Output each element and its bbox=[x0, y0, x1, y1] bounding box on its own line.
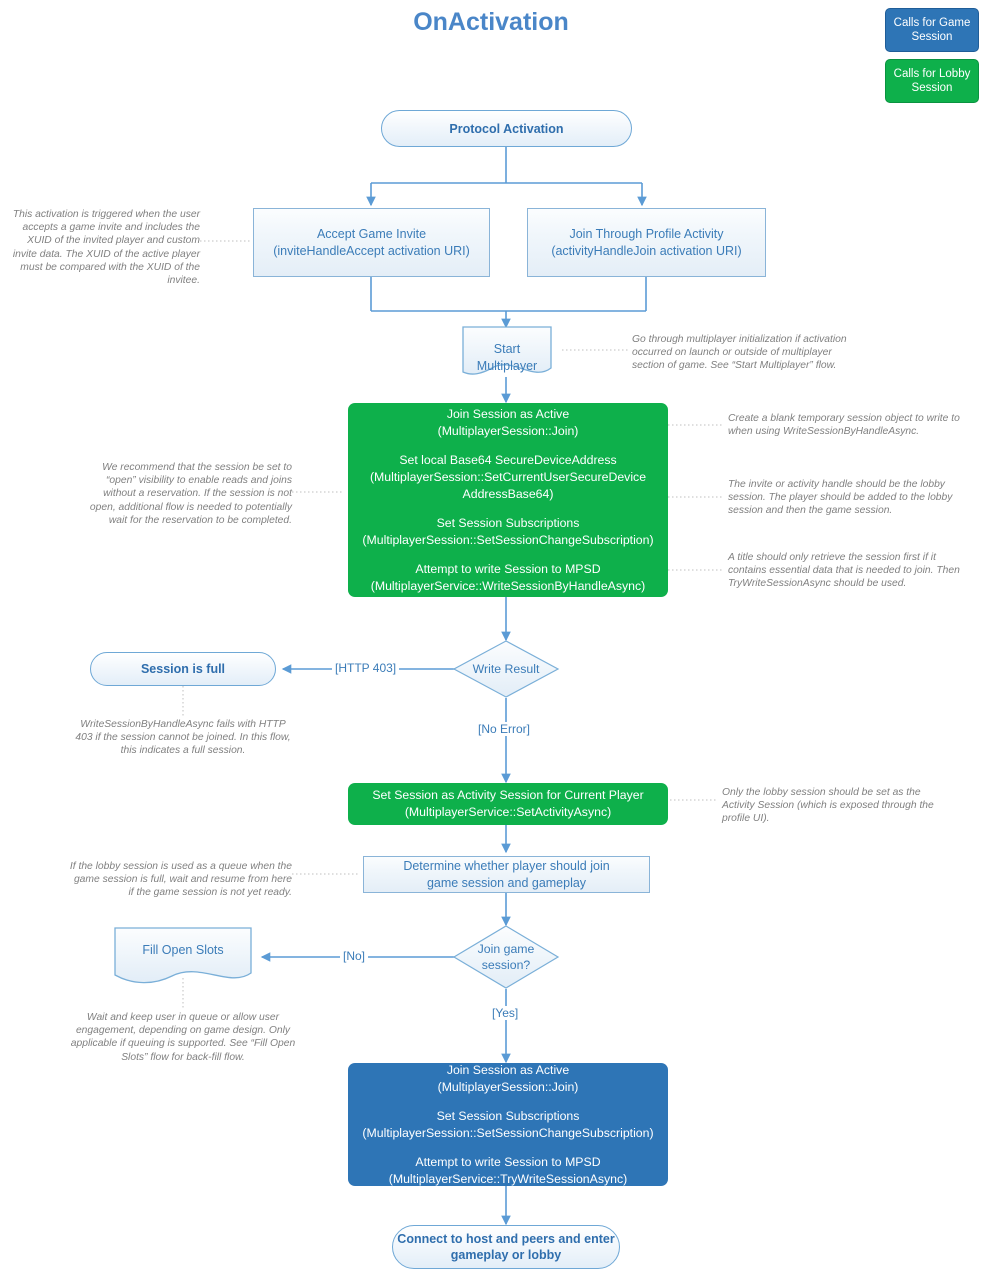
join-lobby-subs-api: (MultiplayerSession::SetSessionChangeSub… bbox=[362, 532, 654, 547]
edge-label-yes: [Yes] bbox=[489, 1006, 522, 1020]
join-game-q-line2: session? bbox=[481, 958, 531, 972]
node-join-session-game-group-write: Attempt to write Session to MPSD (Multip… bbox=[358, 1154, 658, 1188]
edge-label-no: [No] bbox=[340, 949, 369, 963]
node-join-session-lobby[interactable]: Join Session as Active (MultiplayerSessi… bbox=[348, 403, 668, 597]
legend-lobby-session: Calls for Lobby Session bbox=[885, 59, 979, 103]
join-lobby-write-title: Attempt to write Session to MPSD bbox=[415, 561, 601, 576]
node-set-activity-session[interactable]: Set Session as Activity Session for Curr… bbox=[348, 783, 668, 825]
note-open-visibility: We recommend that the session be set to … bbox=[89, 462, 292, 526]
join-lobby-subs-title: Set Session Subscriptions bbox=[436, 515, 580, 530]
node-fill-open-slots[interactable]: Fill Open Slots bbox=[115, 928, 251, 986]
node-connect-to-host[interactable]: Connect to host and peers and enter game… bbox=[392, 1225, 620, 1269]
node-accept-game-invite-line1: Accept Game Invite bbox=[316, 226, 427, 241]
node-join-through-profile-line2: (activityHandleJoin activation URI) bbox=[551, 243, 742, 258]
node-join-session-lobby-group-sda: Set local Base64 SecureDeviceAddress (Mu… bbox=[358, 452, 658, 503]
node-start-multiplayer-label: Start Multiplayer bbox=[476, 342, 538, 373]
node-join-through-profile-activity[interactable]: Join Through Profile Activity (activityH… bbox=[527, 208, 766, 277]
join-game-write-api: (MultiplayerService::TryWriteSessionAsyn… bbox=[388, 1171, 628, 1186]
node-accept-game-invite[interactable]: Accept Game Invite (inviteHandleAccept a… bbox=[253, 208, 490, 277]
join-game-join-title: Join Session as Active bbox=[446, 1062, 570, 1077]
edge-label-no-error: [No Error] bbox=[475, 722, 534, 736]
node-join-game-session-question-label: Join game session? bbox=[454, 941, 558, 973]
node-join-session-lobby-group-subs: Set Session Subscriptions (MultiplayerSe… bbox=[358, 515, 658, 549]
note-invite-handle: The invite or activity handle should be … bbox=[728, 479, 953, 517]
node-join-through-profile-line1: Join Through Profile Activity bbox=[569, 226, 724, 241]
node-determine-join-line2: game session and gameplay bbox=[426, 875, 587, 890]
node-session-is-full[interactable]: Session is full bbox=[90, 652, 276, 686]
join-game-q-line1: Join game bbox=[477, 942, 535, 956]
join-lobby-sda-title: Set local Base64 SecureDeviceAddress bbox=[399, 452, 617, 467]
note-http-403: WriteSessionByHandleAsync fails with HTT… bbox=[75, 719, 291, 757]
join-lobby-join-title: Join Session as Active bbox=[446, 406, 570, 421]
set-activity-line1: Set Session as Activity Session for Curr… bbox=[372, 788, 644, 802]
node-write-result[interactable]: Write Result bbox=[454, 641, 558, 697]
node-join-session-game-group-join: Join Session as Active (MultiplayerSessi… bbox=[358, 1062, 658, 1096]
join-lobby-sda-api: (MultiplayerSession::SetCurrentUserSecur… bbox=[369, 469, 647, 501]
note-activity-session: Only the lobby session should be set as … bbox=[722, 787, 934, 825]
note-lobby-queue: If the lobby session is used as a queue … bbox=[69, 861, 292, 899]
node-determine-join-line1: Determine whether player should join bbox=[403, 858, 610, 873]
note-retrieve-session: A title should only retrieve the session… bbox=[728, 552, 960, 590]
edge-label-http-403: [HTTP 403] bbox=[332, 661, 400, 675]
node-connect-line2: gameplay or lobby bbox=[450, 1248, 562, 1262]
legend-game-session: Calls for Game Session bbox=[885, 8, 979, 52]
join-game-subs-title: Set Session Subscriptions bbox=[436, 1108, 580, 1123]
node-join-game-session-question[interactable]: Join game session? bbox=[454, 926, 558, 988]
join-lobby-join-api: (MultiplayerSession::Join) bbox=[437, 423, 579, 438]
join-game-write-title: Attempt to write Session to MPSD bbox=[415, 1154, 601, 1169]
node-join-session-lobby-group-join: Join Session as Active (MultiplayerSessi… bbox=[358, 406, 658, 440]
node-connect-line1: Connect to host and peers and enter bbox=[397, 1232, 615, 1246]
flowchart-canvas: OnActivation Calls for Game Session Call… bbox=[0, 0, 982, 1272]
node-determine-join[interactable]: Determine whether player should join gam… bbox=[363, 856, 650, 893]
join-lobby-write-api: (MultiplayerService::WriteSessionByHandl… bbox=[370, 578, 646, 593]
set-activity-line2: (MultiplayerService::SetActivityAsync) bbox=[404, 805, 612, 819]
note-fill-open-slots: Wait and keep user in queue or allow use… bbox=[70, 1012, 296, 1063]
note-blank-session: Create a blank temporary session object … bbox=[728, 413, 960, 438]
node-start-multiplayer[interactable]: Start Multiplayer bbox=[463, 327, 551, 382]
join-game-subs-api: (MultiplayerSession::SetSessionChangeSub… bbox=[362, 1125, 654, 1140]
legend-game-session-label: Calls for Game Session bbox=[893, 17, 971, 43]
node-protocol-activation[interactable]: Protocol Activation bbox=[381, 110, 632, 147]
node-join-session-game[interactable]: Join Session as Active (MultiplayerSessi… bbox=[348, 1063, 668, 1186]
node-join-session-lobby-group-write: Attempt to write Session to MPSD (Multip… bbox=[358, 561, 658, 595]
node-fill-open-slots-label: Fill Open Slots bbox=[142, 943, 224, 957]
note-start-multiplayer: Go through multiplayer initialization if… bbox=[632, 334, 847, 372]
node-protocol-activation-label: Protocol Activation bbox=[449, 121, 564, 136]
note-invite-activation: This activation is triggered when the us… bbox=[12, 209, 200, 287]
join-game-join-api: (MultiplayerSession::Join) bbox=[437, 1079, 579, 1094]
node-write-result-label: Write Result bbox=[472, 662, 540, 676]
legend-lobby-session-label: Calls for Lobby Session bbox=[893, 68, 971, 94]
node-join-session-game-group-subs: Set Session Subscriptions (MultiplayerSe… bbox=[358, 1108, 658, 1142]
node-session-is-full-label: Session is full bbox=[140, 662, 226, 676]
page-title: OnActivation bbox=[413, 8, 569, 36]
node-accept-game-invite-line2: (inviteHandleAccept activation URI) bbox=[273, 243, 470, 258]
